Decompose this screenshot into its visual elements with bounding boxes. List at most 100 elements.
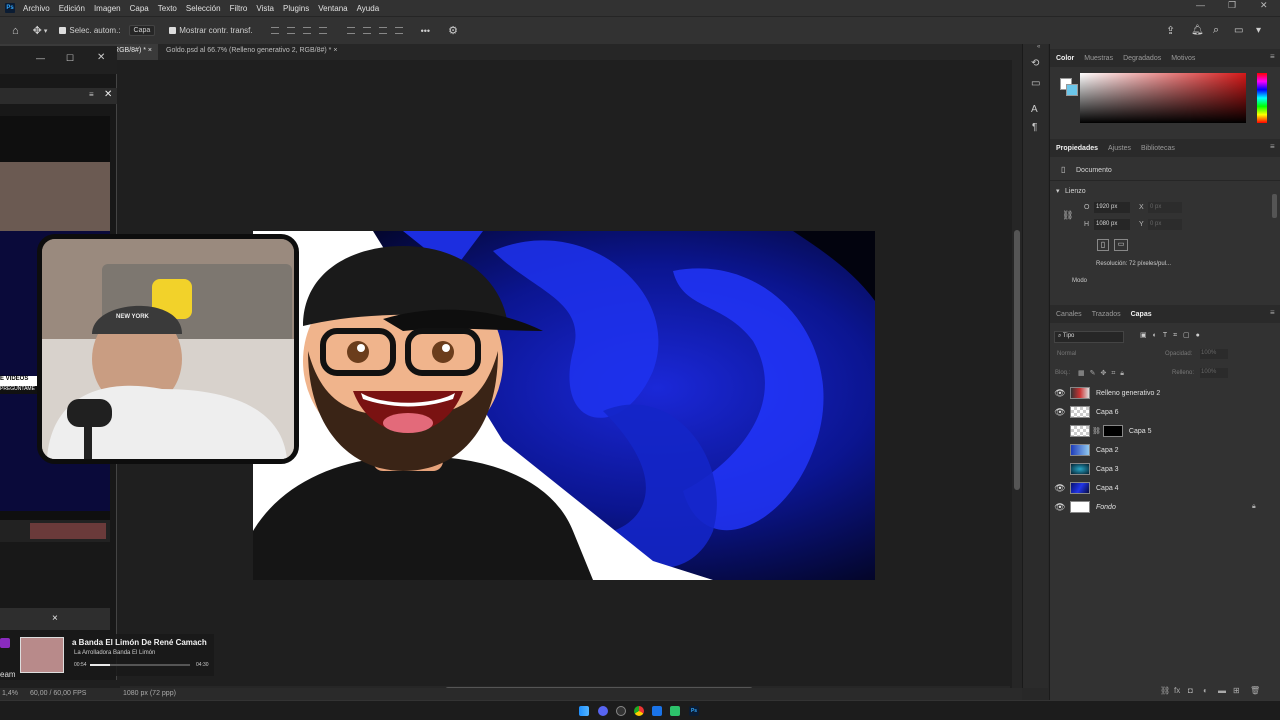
- app-icon[interactable]: [652, 706, 662, 716]
- eye-icon[interactable]: 👁︎: [1050, 483, 1070, 494]
- layer-row[interactable]: 👁︎ Fondo 🔒︎: [1050, 498, 1274, 516]
- chrome-icon[interactable]: [634, 706, 644, 716]
- windows-start-icon[interactable]: [579, 706, 589, 716]
- fill-input[interactable]: 100%: [1200, 368, 1228, 378]
- align-bottom-icon[interactable]: [378, 27, 387, 34]
- auto-select-checkbox[interactable]: Selec. autom.:: [59, 26, 121, 35]
- menu-icon[interactable]: ≡: [89, 90, 94, 99]
- tab-patterns[interactable]: Motivos: [1171, 55, 1195, 62]
- show-transform-checkbox[interactable]: Mostrar contr. transf.: [169, 26, 253, 35]
- tab-layers[interactable]: Capas: [1131, 311, 1152, 318]
- gear-icon[interactable]: ⚙: [448, 24, 458, 37]
- eye-icon[interactable]: 👁︎: [1050, 502, 1070, 513]
- collapse-icon[interactable]: «: [1037, 44, 1040, 50]
- align-middle-icon[interactable]: [362, 27, 371, 34]
- bell-icon[interactable]: 🔔︎: [1191, 25, 1204, 36]
- tab-channels[interactable]: Canales: [1056, 311, 1082, 318]
- tab-properties[interactable]: Propiedades: [1056, 145, 1098, 152]
- y-input[interactable]: 0 px: [1148, 219, 1182, 230]
- new-layer-icon[interactable]: ⊞: [1233, 686, 1240, 695]
- menu-edicion[interactable]: Edición: [59, 4, 85, 13]
- menu-archivo[interactable]: Archivo: [23, 4, 50, 13]
- menu-vista[interactable]: Vista: [256, 4, 274, 13]
- adjustment-icon[interactable]: ◐: [1203, 686, 1208, 695]
- layer-filter-dropdown[interactable]: ⌕ Tipo: [1054, 331, 1124, 343]
- x-input[interactable]: 0 px: [1148, 202, 1182, 213]
- panel-menu-icon[interactable]: ≡: [1270, 52, 1275, 61]
- zoom-level[interactable]: 1,4%: [2, 690, 18, 697]
- share-icon[interactable]: ⇪: [1166, 24, 1175, 37]
- comment-icon[interactable]: ▭: [1031, 78, 1040, 89]
- close-icon[interactable]: ✕: [1260, 0, 1268, 11]
- group-icon[interactable]: ▬: [1218, 686, 1226, 695]
- panel-menu-icon[interactable]: ≡: [1270, 308, 1275, 317]
- eye-icon[interactable]: 👁︎: [1050, 388, 1070, 399]
- vertical-scrollbar[interactable]: [1012, 60, 1022, 688]
- visibility-toggle[interactable]: ·: [1050, 426, 1070, 436]
- opacity-input[interactable]: 100%: [1200, 349, 1228, 359]
- chevron-down-icon[interactable]: ▾: [1256, 25, 1261, 36]
- visibility-toggle[interactable]: ·: [1050, 464, 1070, 474]
- tab-swatches[interactable]: Muestras: [1084, 55, 1113, 62]
- link-icon[interactable]: ⛓: [1062, 210, 1073, 221]
- layer-filter-icons[interactable]: ▣◐T⌗▢●: [1140, 331, 1206, 340]
- menu-capa[interactable]: Capa: [130, 4, 149, 13]
- menu-imagen[interactable]: Imagen: [94, 4, 121, 13]
- trash-icon[interactable]: 🗑︎: [1250, 686, 1260, 695]
- hue-slider[interactable]: [1257, 73, 1267, 123]
- character-icon[interactable]: A: [1031, 104, 1038, 115]
- landscape-icon[interactable]: ▭: [1114, 239, 1128, 251]
- link-layers-icon[interactable]: ⛓: [1160, 686, 1170, 695]
- menu-ayuda[interactable]: Ayuda: [357, 4, 380, 13]
- panel-menu-icon[interactable]: ≡: [1270, 142, 1275, 151]
- width-input[interactable]: 1920 px: [1094, 202, 1130, 213]
- tab-paths[interactable]: Trazados: [1092, 311, 1121, 318]
- tab-color[interactable]: Color: [1056, 55, 1074, 62]
- workspace-icon[interactable]: ▭: [1234, 25, 1243, 36]
- mask-icon[interactable]: ◘: [1188, 686, 1193, 695]
- layer-row[interactable]: · Capa 3: [1050, 460, 1274, 478]
- home-icon[interactable]: ⌂: [12, 25, 19, 37]
- scrollbar-thumb[interactable]: [1014, 230, 1020, 490]
- photoshop-taskbar-icon[interactable]: Ps: [689, 706, 699, 716]
- minimize-icon[interactable]: —: [1196, 0, 1205, 10]
- height-input[interactable]: 1080 px: [1094, 219, 1130, 230]
- tab-document-2[interactable]: Goldo.psd al 66.7% (Relleno generativo 2…: [160, 44, 365, 60]
- app-icon[interactable]: [670, 706, 680, 716]
- auto-select-dropdown[interactable]: Capa: [128, 25, 156, 36]
- close-icon[interactable]: ×: [148, 47, 152, 54]
- progress-bar[interactable]: [90, 664, 190, 666]
- menu-seleccion[interactable]: Selección: [186, 4, 221, 13]
- background-swatch[interactable]: [1066, 84, 1078, 96]
- align-right-icon[interactable]: [302, 27, 311, 34]
- visibility-toggle[interactable]: ·: [1050, 445, 1070, 455]
- tab-gradients[interactable]: Degradados: [1123, 55, 1161, 62]
- menu-plugins[interactable]: Plugins: [283, 4, 309, 13]
- close-icon[interactable]: ✕: [97, 52, 105, 63]
- close-icon[interactable]: ✕: [104, 89, 112, 100]
- tab-libraries[interactable]: Bibliotecas: [1141, 145, 1175, 152]
- properties-scrollbar[interactable]: [1272, 194, 1277, 218]
- discord-icon[interactable]: [598, 706, 608, 716]
- distribute-vertical-icon[interactable]: [394, 27, 403, 34]
- menu-texto[interactable]: Texto: [158, 4, 177, 13]
- layer-row[interactable]: · Capa 2: [1050, 441, 1274, 459]
- eye-icon[interactable]: 👁︎: [1050, 407, 1070, 418]
- layer-row[interactable]: 👁︎ Capa 4: [1050, 479, 1274, 497]
- fx-icon[interactable]: fx: [1174, 686, 1180, 695]
- maximize-icon[interactable]: ☐: [66, 53, 74, 64]
- align-top-icon[interactable]: [346, 27, 355, 34]
- blend-mode-dropdown[interactable]: Normal: [1057, 351, 1076, 357]
- minimize-icon[interactable]: —: [36, 53, 45, 63]
- layer-row[interactable]: 👁︎ Relleno generativo 2: [1050, 384, 1274, 402]
- chevron-down-icon[interactable]: ▾: [1056, 187, 1060, 195]
- close-icon[interactable]: ×: [333, 47, 337, 54]
- obs-icon[interactable]: [616, 706, 626, 716]
- paragraph-icon[interactable]: ¶: [1032, 122, 1037, 133]
- dismiss-bar[interactable]: ×: [0, 608, 110, 630]
- portrait-icon[interactable]: ▯: [1097, 239, 1109, 251]
- distribute-icon[interactable]: [318, 27, 327, 34]
- history-icon[interactable]: ⟲: [1031, 58, 1039, 69]
- restore-icon[interactable]: ❐: [1228, 0, 1236, 11]
- layer-row[interactable]: 👁︎ Capa 6: [1050, 403, 1274, 421]
